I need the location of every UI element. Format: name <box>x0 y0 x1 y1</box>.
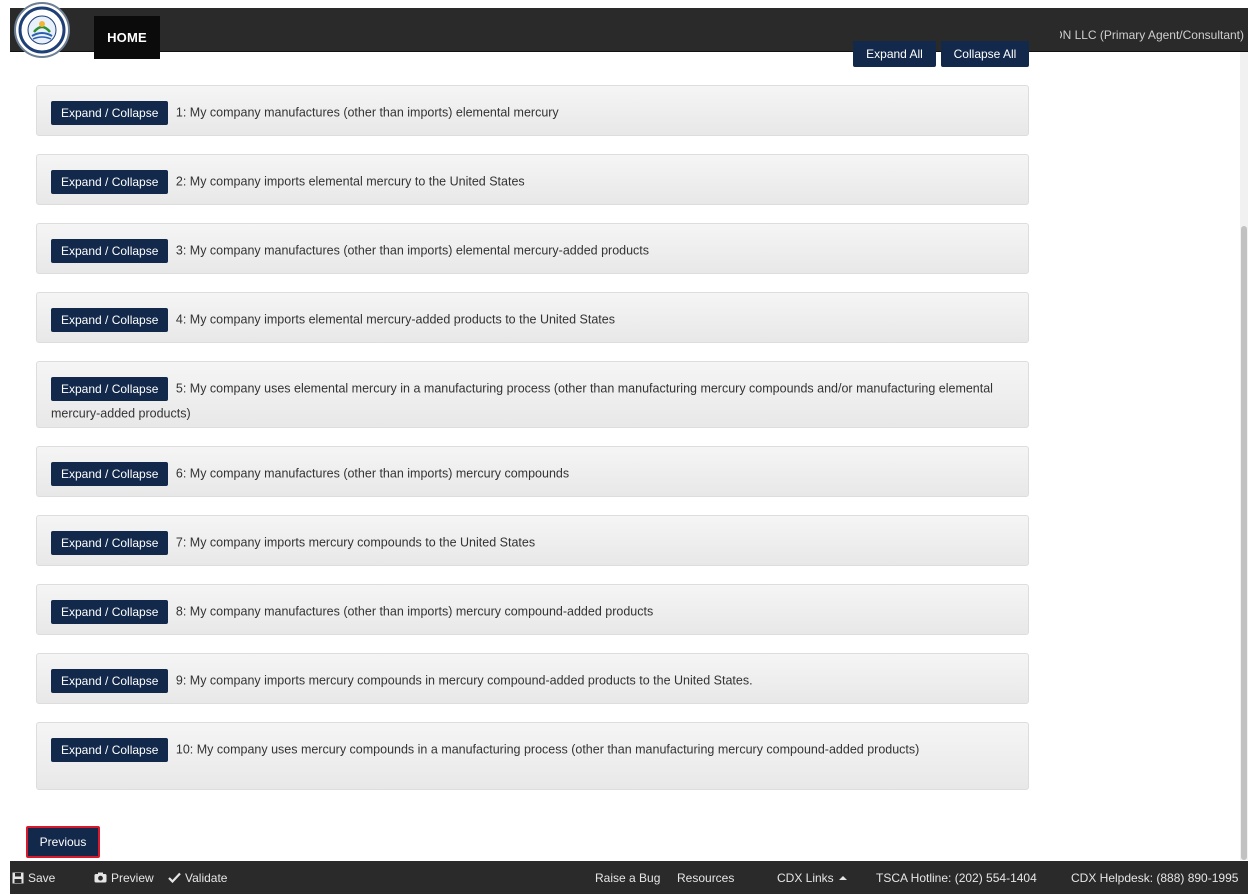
expand-collapse-button[interactable]: Expand / Collapse <box>51 169 169 194</box>
check-icon <box>168 872 181 883</box>
preview-button[interactable]: Preview <box>94 861 154 894</box>
tsca-hotline-text: TSCA Hotline: (202) 554-1404 <box>876 870 1037 885</box>
validate-label: Validate <box>185 870 228 885</box>
panel-label: 7: My company imports mercury compounds … <box>175 535 536 550</box>
scrollbar-thumb[interactable] <box>1241 226 1247 860</box>
expand-collapse-button[interactable]: Expand / Collapse <box>51 100 169 125</box>
panel-3: Expand / Collapse 3: My company manufact… <box>36 223 1029 274</box>
save-button[interactable]: Save <box>12 861 55 894</box>
panel-6: Expand / Collapse 6: My company manufact… <box>36 446 1029 497</box>
expand-collapse-button[interactable]: Expand / Collapse <box>51 461 169 486</box>
collapse-all-button[interactable]: Collapse All <box>941 40 1029 67</box>
panel-1: Expand / Collapse 1: My company manufact… <box>36 85 1029 136</box>
expand-collapse-button[interactable]: Expand / Collapse <box>51 737 169 762</box>
panel-label: 8: My company manufactures (other than i… <box>175 604 654 619</box>
cdx-links-label: CDX Links <box>777 870 834 885</box>
panel-9: Expand / Collapse 9: My company imports … <box>36 653 1029 704</box>
floppy-icon <box>12 872 24 883</box>
panel-label: 5: My company uses elemental mercury in … <box>51 381 993 421</box>
raise-bug-link[interactable]: Raise a Bug <box>595 861 660 894</box>
preview-label: Preview <box>111 870 154 885</box>
panel-label: 9: My company imports mercury compounds … <box>175 673 753 688</box>
panel-label: 10: My company uses mercury compounds in… <box>175 742 920 757</box>
validate-button[interactable]: Validate <box>168 861 227 894</box>
camera-icon <box>94 872 107 883</box>
panel-4: Expand / Collapse 4: My company imports … <box>36 292 1029 343</box>
expand-collapse-button[interactable]: Expand / Collapse <box>51 307 169 332</box>
resources-link[interactable]: Resources <box>677 861 734 894</box>
previous-button[interactable]: Previous <box>26 826 100 858</box>
epa-logo[interactable] <box>14 2 70 58</box>
panel-10: Expand / Collapse 10: My company uses me… <box>36 722 1029 790</box>
expand-collapse-button[interactable]: Expand / Collapse <box>51 530 169 555</box>
panel-label: 6: My company manufactures (other than i… <box>175 466 570 481</box>
expand-collapse-button[interactable]: Expand / Collapse <box>51 668 169 693</box>
navbar-overlay <box>700 8 1060 41</box>
panel-label: 1: My company manufactures (other than i… <box>175 105 559 120</box>
caret-up-icon <box>838 875 847 880</box>
panel-label: 2: My company imports elemental mercury … <box>175 174 525 189</box>
panel-5: Expand / Collapse 5: My company uses ele… <box>36 361 1029 428</box>
cdx-links-dropdown[interactable]: CDX Links <box>777 861 852 894</box>
panel-label: 3: My company manufactures (other than i… <box>175 243 650 258</box>
epa-seal-icon <box>18 6 66 54</box>
expand-collapse-button[interactable]: Expand / Collapse <box>51 599 169 624</box>
save-label: Save <box>28 870 56 885</box>
footer: Save Preview Validate Raise a Bug Resour… <box>10 861 1248 894</box>
panel-label: 4: My company imports elemental mercury-… <box>175 312 615 327</box>
cdx-helpdesk-text: CDX Helpdesk: (888) 890-1995 <box>1071 870 1239 885</box>
expand-collapse-button[interactable]: Expand / Collapse <box>51 238 169 263</box>
expand-collapse-button[interactable]: Expand / Collapse <box>51 376 169 401</box>
panel-2: Expand / Collapse 2: My company imports … <box>36 154 1029 205</box>
home-link[interactable]: HOME <box>94 16 160 59</box>
panel-8: Expand / Collapse 8: My company manufact… <box>36 584 1029 635</box>
top-band <box>0 0 1248 8</box>
panel-7: Expand / Collapse 7: My company imports … <box>36 515 1029 566</box>
navbar: HOME Jane Doe, TEST ORGANIZATION LLC (Pr… <box>10 8 1248 59</box>
expand-all-button[interactable]: Expand All <box>853 40 936 67</box>
